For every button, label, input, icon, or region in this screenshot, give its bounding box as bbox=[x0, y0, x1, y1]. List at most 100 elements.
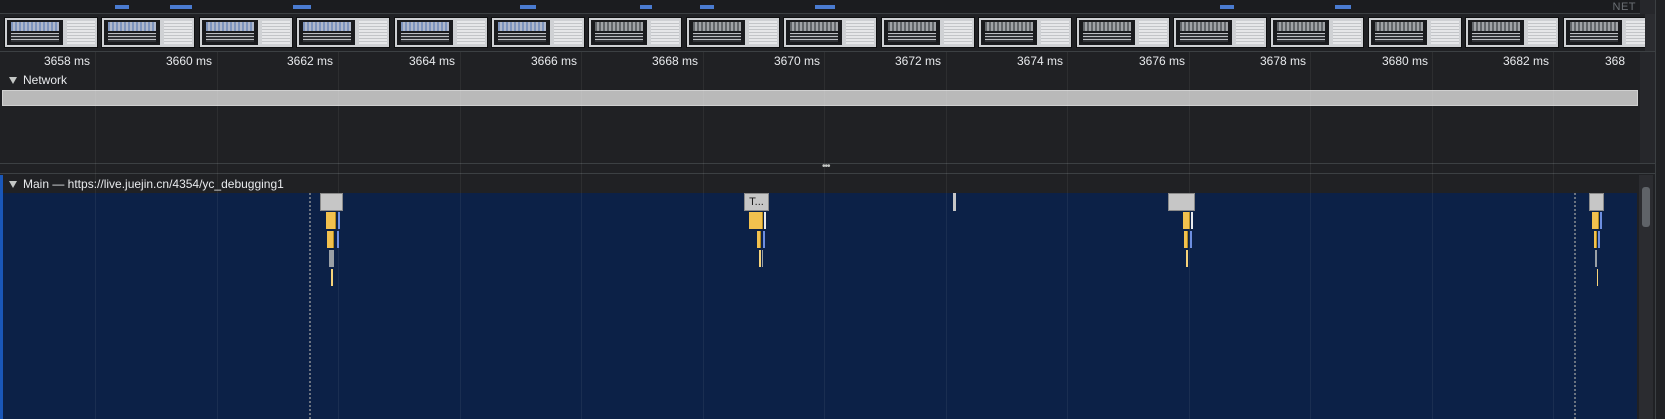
task-block[interactable] bbox=[320, 193, 343, 211]
filmstrip-frame[interactable] bbox=[1465, 17, 1559, 48]
overview-activity-mark bbox=[170, 5, 192, 9]
filmstrip-scrollbar[interactable] bbox=[1645, 14, 1655, 51]
ruler-tick: 3660 ms bbox=[165, 54, 212, 68]
frame-side-thumbnail-part bbox=[359, 21, 387, 44]
task-block[interactable] bbox=[953, 193, 956, 211]
network-track: Network bbox=[0, 71, 1640, 163]
main-track-header[interactable]: Main — https://live.juejin.cn/4354/yc_de… bbox=[0, 175, 1640, 193]
frame-lines-thumbnail-part bbox=[1180, 33, 1228, 42]
ruler-tick: 3682 ms bbox=[1502, 54, 1549, 68]
frame-lines-thumbnail-part bbox=[1375, 33, 1423, 42]
filmstrip-frame[interactable] bbox=[588, 17, 682, 48]
filmstrip-frame[interactable] bbox=[394, 17, 488, 48]
overview-activity-mark bbox=[293, 5, 311, 9]
frame-dots-thumbnail-part bbox=[303, 22, 351, 31]
task-block[interactable] bbox=[1589, 193, 1604, 211]
function-call-bar[interactable] bbox=[1186, 250, 1188, 267]
function-call-bar[interactable] bbox=[764, 212, 766, 229]
frame-side-thumbnail-part bbox=[164, 21, 192, 44]
filmstrip-frame[interactable] bbox=[101, 17, 195, 48]
function-call-bar[interactable] bbox=[763, 231, 765, 248]
frame-dots-thumbnail-part bbox=[595, 22, 643, 31]
function-call-bar[interactable] bbox=[1597, 269, 1598, 286]
ruler-tick: 3670 ms bbox=[773, 54, 820, 68]
function-call-bar[interactable] bbox=[329, 250, 334, 267]
filmstrip-frame[interactable] bbox=[1368, 17, 1462, 48]
function-call-bar[interactable] bbox=[1598, 231, 1600, 248]
frame-dots-thumbnail-part bbox=[1083, 22, 1131, 31]
filmstrip-frame[interactable] bbox=[881, 17, 975, 48]
function-call-bar[interactable] bbox=[1191, 212, 1193, 229]
function-call-bar[interactable] bbox=[1595, 250, 1597, 267]
timeline-overview[interactable]: NET bbox=[0, 0, 1640, 14]
function-call-bar[interactable] bbox=[757, 231, 761, 248]
performance-panel: NET 3658 ms 3660 ms 3662 ms 3664 ms 3666… bbox=[0, 0, 1665, 419]
ruler-tick: 3658 ms bbox=[43, 54, 90, 68]
frame-dots-thumbnail-part bbox=[1472, 22, 1520, 31]
function-call-bar[interactable] bbox=[1184, 231, 1188, 248]
frame-lines-thumbnail-part bbox=[206, 33, 254, 42]
main-track-title: Main — https://live.juejin.cn/4354/yc_de… bbox=[23, 177, 284, 191]
scrollbar-thumb[interactable] bbox=[1642, 187, 1650, 227]
frame-dots-thumbnail-part bbox=[985, 22, 1033, 31]
network-request-bar[interactable] bbox=[2, 90, 1638, 106]
filmstrip-frame[interactable] bbox=[783, 17, 877, 48]
network-track-header[interactable]: Network bbox=[0, 71, 67, 89]
frame-lines-thumbnail-part bbox=[1570, 33, 1618, 42]
frame-lines-thumbnail-part bbox=[401, 33, 449, 42]
filmstrip-frame[interactable] bbox=[686, 17, 780, 48]
network-track-title: Network bbox=[23, 73, 68, 87]
overview-activity-mark bbox=[115, 5, 129, 9]
filmstrip-frame[interactable] bbox=[1076, 17, 1170, 48]
function-call-bar[interactable] bbox=[1190, 231, 1192, 248]
function-call-bar[interactable] bbox=[337, 231, 339, 248]
frame-side-thumbnail-part bbox=[1041, 21, 1069, 44]
main-track-scrollbar[interactable] bbox=[1639, 175, 1653, 419]
function-call-bar[interactable] bbox=[749, 212, 763, 229]
function-call-bar[interactable] bbox=[338, 212, 340, 229]
ruler-tick: 3678 ms bbox=[1259, 54, 1306, 68]
function-call-bar[interactable] bbox=[762, 250, 763, 267]
frame-side-thumbnail-part bbox=[1139, 21, 1167, 44]
function-call-bar[interactable] bbox=[1594, 231, 1597, 248]
overview-activity-mark bbox=[1335, 5, 1351, 9]
filmstrip-frame[interactable] bbox=[491, 17, 585, 48]
function-call-bar[interactable] bbox=[1592, 212, 1599, 229]
function-call-bar[interactable] bbox=[1600, 212, 1602, 229]
splitter-grip-icon[interactable]: ••• bbox=[822, 161, 830, 172]
filmstrip-frame[interactable] bbox=[296, 17, 390, 48]
function-call-bar[interactable] bbox=[327, 231, 334, 248]
frame-lines-thumbnail-part bbox=[595, 33, 643, 42]
frame-dots-thumbnail-part bbox=[1180, 22, 1228, 31]
frame-lines-thumbnail-part bbox=[11, 33, 59, 42]
function-call-bar[interactable] bbox=[331, 269, 333, 286]
filmstrip-frame[interactable] bbox=[1270, 17, 1364, 48]
collapse-triangle-icon[interactable] bbox=[9, 180, 17, 188]
track-splitter[interactable]: ••• bbox=[0, 161, 1655, 174]
frame-lines-thumbnail-part bbox=[1083, 33, 1131, 42]
main-thread-flamechart[interactable] bbox=[3, 193, 1637, 419]
frame-dots-thumbnail-part bbox=[790, 22, 838, 31]
time-ruler[interactable]: 3658 ms 3660 ms 3662 ms 3664 ms 3666 ms … bbox=[0, 52, 1640, 70]
task-block[interactable] bbox=[1168, 193, 1195, 211]
ruler-tick: 3666 ms bbox=[530, 54, 577, 68]
function-call-bar[interactable] bbox=[326, 212, 336, 229]
overview-activity-mark bbox=[815, 5, 835, 9]
frame-dots-thumbnail-part bbox=[498, 22, 546, 31]
frame-side-thumbnail-part bbox=[554, 21, 582, 44]
frame-lines-thumbnail-part bbox=[693, 33, 741, 42]
ruler-tick: 3680 ms bbox=[1381, 54, 1428, 68]
filmstrip-frame[interactable] bbox=[978, 17, 1072, 48]
collapse-triangle-icon[interactable] bbox=[9, 76, 17, 84]
filmstrip-frame[interactable] bbox=[199, 17, 293, 48]
frame-side-thumbnail-part bbox=[1236, 21, 1264, 44]
filmstrip-frame[interactable] bbox=[1173, 17, 1267, 48]
frame-side-thumbnail-part bbox=[1431, 21, 1459, 44]
filmstrip-frame[interactable] bbox=[1563, 17, 1657, 48]
filmstrip-frame[interactable] bbox=[4, 17, 98, 48]
function-call-bar[interactable] bbox=[759, 250, 761, 267]
screenshot-filmstrip[interactable] bbox=[0, 14, 1657, 52]
task-block[interactable]: T... bbox=[744, 193, 769, 211]
function-call-bar[interactable] bbox=[1183, 212, 1190, 229]
frame-side-thumbnail-part bbox=[749, 21, 777, 44]
